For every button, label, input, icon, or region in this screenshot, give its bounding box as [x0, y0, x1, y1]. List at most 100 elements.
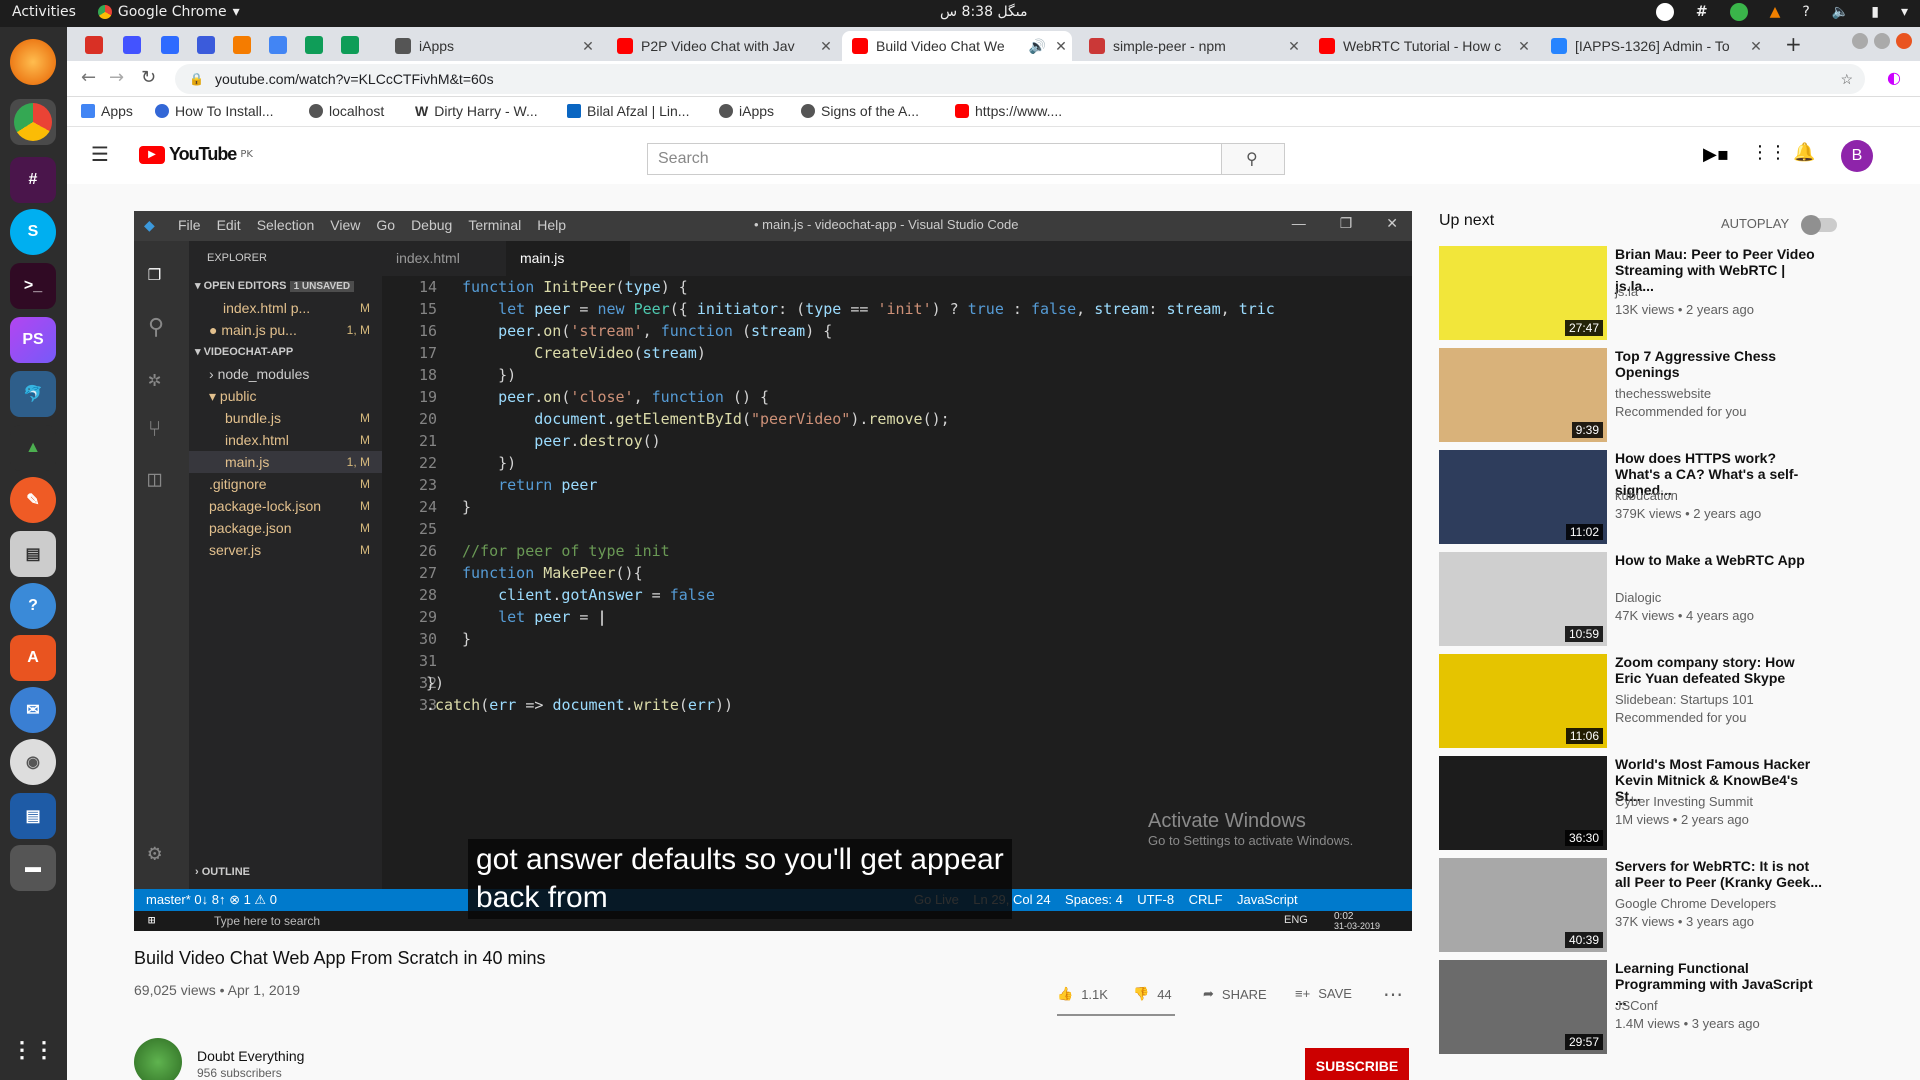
- channel-name[interactable]: Doubt Everything: [197, 1048, 304, 1064]
- tab-simple-peer[interactable]: simple-peer - npm ✕: [1079, 31, 1305, 61]
- software-center-icon[interactable]: A: [10, 635, 56, 681]
- dislike-button[interactable]: 👎 44: [1133, 986, 1172, 1002]
- bookmark-star-icon[interactable]: ☆: [1840, 64, 1853, 94]
- close-icon[interactable]: ✕: [1050, 38, 1072, 55]
- notifications-bell-icon[interactable]: 🔔: [1793, 142, 1815, 163]
- close-window-icon[interactable]: [1896, 33, 1912, 49]
- power-menu-icon[interactable]: ▾: [1901, 4, 1908, 20]
- speaker-icon[interactable]: 🔊: [1029, 38, 1046, 55]
- bookmark-localhost[interactable]: localhost: [309, 103, 384, 119]
- up-next-item[interactable]: 36:30 World's Most Famous Hacker Kevin Mi…: [1439, 756, 1839, 850]
- reload-icon[interactable]: ↻: [141, 67, 156, 88]
- video-thumbnail[interactable]: 29:57: [1439, 960, 1607, 1054]
- share-button[interactable]: ➦ SHARE: [1203, 986, 1267, 1002]
- tab-iapps[interactable]: iApps ✕: [385, 31, 599, 61]
- search-button[interactable]: ⚲: [1221, 143, 1285, 175]
- trash-icon[interactable]: ▬: [10, 845, 56, 891]
- app-menu[interactable]: Google Chrome ▾: [97, 4, 240, 20]
- bookmark-signs[interactable]: Signs of the A...: [801, 103, 919, 119]
- firefox-icon[interactable]: [10, 39, 56, 85]
- up-next-title[interactable]: Top 7 Aggressive Chess Openings: [1615, 348, 1825, 380]
- up-next-item[interactable]: 11:02 How does HTTPS work? What's a CA? W…: [1439, 450, 1839, 544]
- up-next-title[interactable]: Brian Mau: Peer to Peer Video Streaming …: [1615, 246, 1825, 294]
- phpstorm-icon[interactable]: PS: [10, 317, 56, 363]
- up-next-item[interactable]: 40:39 Servers for WebRTC: It is not all P…: [1439, 858, 1839, 952]
- tab-p2p-video[interactable]: P2P Video Chat with Jav ✕: [607, 31, 837, 61]
- skype-icon[interactable]: S: [10, 209, 56, 255]
- create-video-icon[interactable]: ▶▪: [1703, 144, 1729, 165]
- slack-tray-icon[interactable]: #: [1696, 4, 1708, 20]
- search-input[interactable]: Search: [647, 143, 1225, 175]
- close-icon[interactable]: ✕: [815, 38, 837, 55]
- more-actions-button[interactable]: ⋯: [1383, 982, 1403, 1007]
- postman-icon[interactable]: ✎: [10, 477, 56, 523]
- mysql-workbench-icon[interactable]: 🐬: [10, 371, 56, 417]
- show-apps-icon[interactable]: ⋮⋮: [10, 1027, 56, 1073]
- video-player[interactable]: ◆ File Edit Selection View Go Debug Term…: [134, 211, 1412, 931]
- help-dock-icon[interactable]: ?: [10, 583, 56, 629]
- up-next-item[interactable]: 9:39 Top 7 Aggressive Chess Openings thech…: [1439, 348, 1839, 442]
- close-icon[interactable]: ✕: [577, 38, 599, 55]
- pinned-tab-3[interactable]: [161, 36, 179, 54]
- address-bar[interactable]: 🔒 youtube.com/watch?v=KLCcCTFivhM&t=60s …: [175, 64, 1865, 94]
- help-icon[interactable]: ?: [1802, 4, 1809, 20]
- maximize-icon[interactable]: [1874, 33, 1890, 49]
- bookmark-how-to-install[interactable]: How To Install...: [155, 103, 274, 119]
- up-next-title[interactable]: Zoom company story: How Eric Yuan defeat…: [1615, 654, 1825, 686]
- yt-avatar[interactable]: B: [1841, 140, 1873, 172]
- volume-icon[interactable]: 🔈: [1832, 4, 1849, 20]
- slack-icon[interactable]: #: [10, 157, 56, 203]
- apps-grid-icon[interactable]: ⋮⋮: [1751, 142, 1787, 163]
- menu-icon[interactable]: ☰: [91, 142, 109, 166]
- up-next-title[interactable]: Servers for WebRTC: It is not all Peer t…: [1615, 858, 1825, 890]
- tab-build-video-chat[interactable]: Build Video Chat We 🔊 ✕: [842, 31, 1072, 61]
- video-thumbnail[interactable]: 11:02: [1439, 450, 1607, 544]
- rhythmbox-icon[interactable]: ◉: [10, 739, 56, 785]
- bookmark-iapps[interactable]: iApps: [719, 103, 774, 119]
- calendar-pinned-tab[interactable]: [269, 36, 287, 54]
- channel-avatar[interactable]: [134, 1038, 182, 1080]
- like-button[interactable]: 👍 1.1K: [1057, 986, 1108, 1002]
- close-icon[interactable]: ✕: [1513, 38, 1535, 55]
- video-thumbnail[interactable]: 11:06: [1439, 654, 1607, 748]
- pinned-tab-5[interactable]: [233, 36, 251, 54]
- tab-webrtc-tutorial[interactable]: WebRTC Tutorial - How c ✕: [1309, 31, 1535, 61]
- bookmark-linkedin[interactable]: Bilal Afzal | Lin...: [567, 103, 689, 119]
- check-tray-icon[interactable]: [1729, 3, 1748, 21]
- save-button[interactable]: ≡+ SAVE: [1295, 986, 1352, 1001]
- sheets-pinned-tab[interactable]: [305, 36, 323, 54]
- extension-icon[interactable]: ◐: [1887, 68, 1901, 87]
- youtube-logo[interactable]: ▶ YouTube PK: [139, 144, 253, 165]
- autoplay-toggle[interactable]: [1800, 214, 1837, 235]
- pinned-tab-2[interactable]: [123, 36, 141, 54]
- forward-icon[interactable]: →: [109, 67, 124, 88]
- up-next-item[interactable]: 29:57 Learning Functional Programming wit…: [1439, 960, 1839, 1054]
- terminal-icon[interactable]: >_: [10, 263, 56, 309]
- clock[interactable]: مںگل 8:38 س: [940, 4, 1028, 20]
- battery-icon[interactable]: ▮: [1871, 4, 1879, 20]
- video-thumbnail[interactable]: 36:30: [1439, 756, 1607, 850]
- video-thumbnail[interactable]: 10:59: [1439, 552, 1607, 646]
- thunderbird-icon[interactable]: ✉: [10, 687, 56, 733]
- robo3t-icon[interactable]: ▲: [10, 425, 56, 471]
- chrome-dock-icon[interactable]: [10, 99, 56, 145]
- vlc-tray-icon[interactable]: ▲: [1770, 4, 1781, 20]
- pinned-tab-4[interactable]: [197, 36, 215, 54]
- new-tab-button[interactable]: +: [1785, 32, 1802, 56]
- subscribe-button[interactable]: SUBSCRIBE: [1305, 1048, 1409, 1080]
- close-icon[interactable]: ✕: [1745, 38, 1767, 55]
- chrome-tray-icon[interactable]: [1655, 3, 1674, 21]
- gmail-pinned-tab[interactable]: [85, 36, 103, 54]
- bookmark-apps[interactable]: Apps: [81, 103, 133, 119]
- files-icon[interactable]: ▤: [10, 531, 56, 577]
- up-next-item[interactable]: 10:59 How to Make a WebRTC App Dialogic 47K…: [1439, 552, 1839, 646]
- close-icon[interactable]: ✕: [1283, 38, 1305, 55]
- window-controls[interactable]: [1852, 33, 1912, 49]
- activities-button[interactable]: Activities: [12, 4, 76, 20]
- back-icon[interactable]: ←: [81, 67, 96, 88]
- video-thumbnail[interactable]: 40:39: [1439, 858, 1607, 952]
- up-next-item[interactable]: 11:06 Zoom company story: How Eric Yuan d…: [1439, 654, 1839, 748]
- bookmark-https[interactable]: https://www....: [955, 103, 1062, 119]
- up-next-title[interactable]: How to Make a WebRTC App: [1615, 552, 1825, 568]
- tab-jira[interactable]: [IAPPS-1326] Admin - To ✕: [1541, 31, 1767, 61]
